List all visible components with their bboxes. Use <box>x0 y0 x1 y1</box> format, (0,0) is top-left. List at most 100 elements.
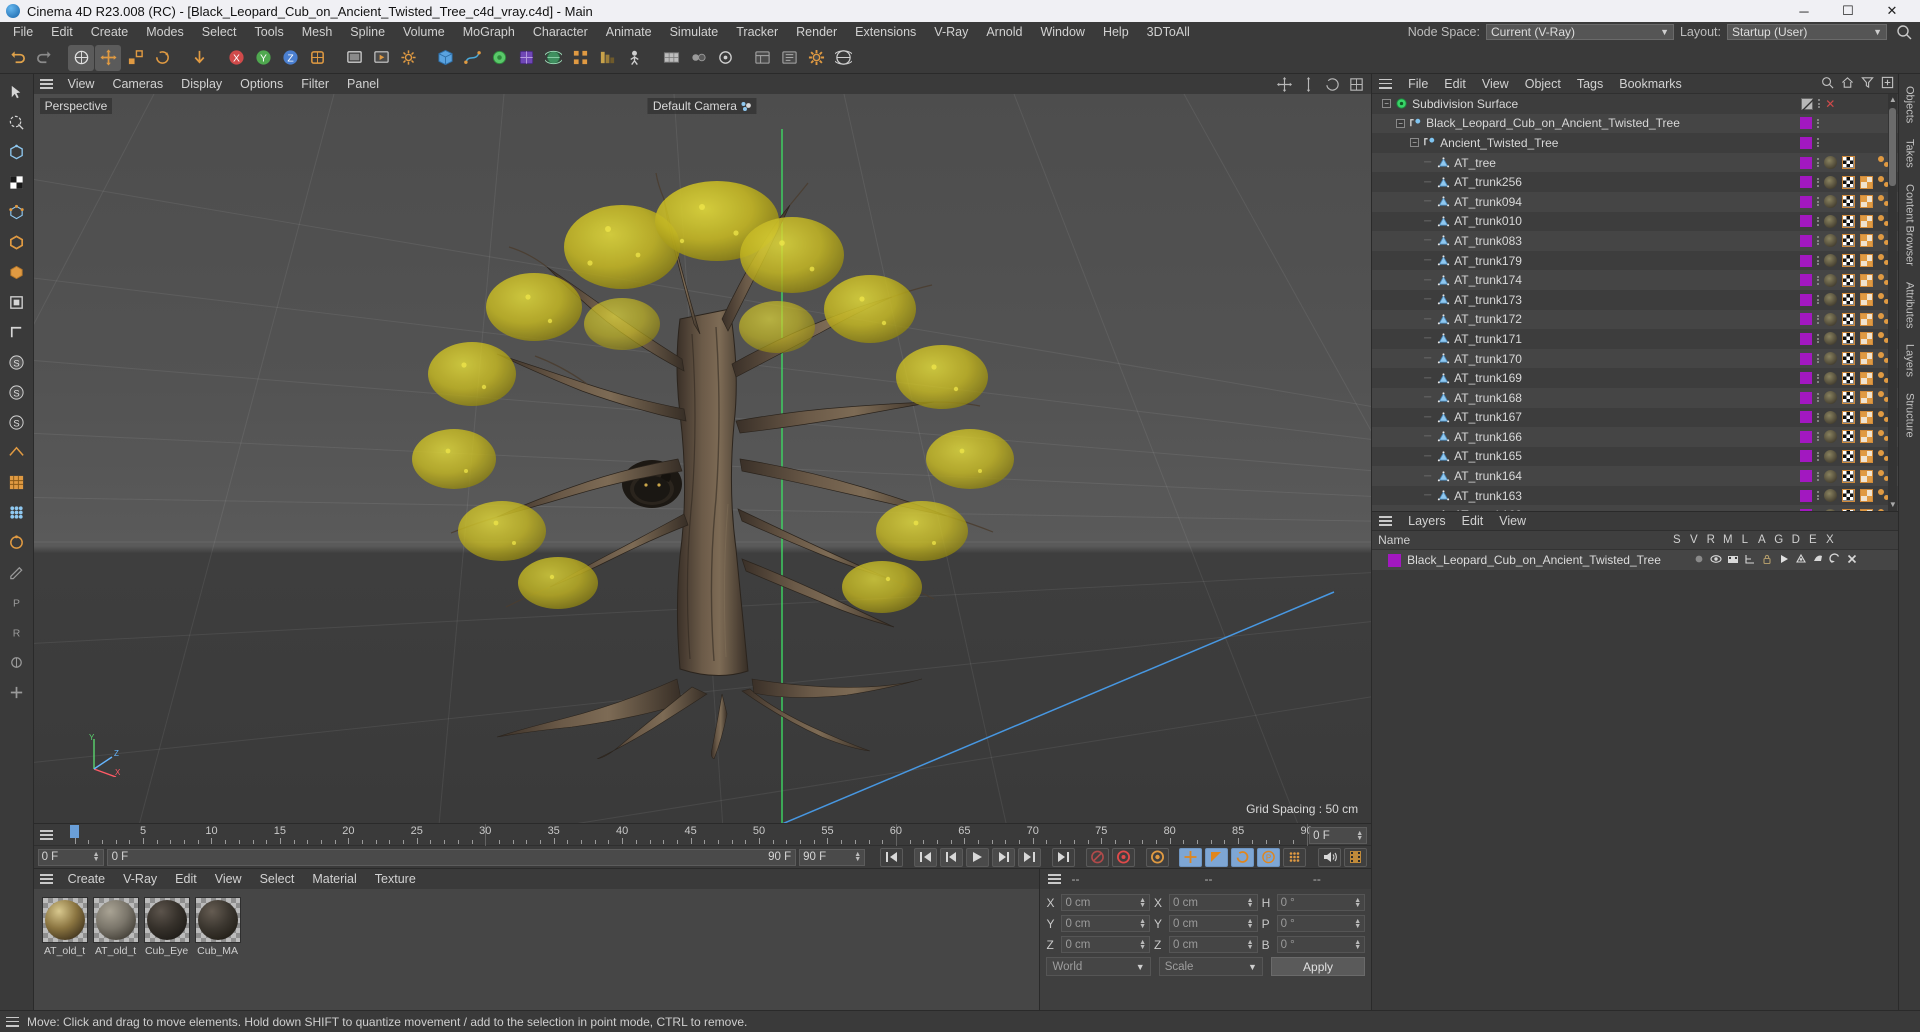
tool-model-mode-icon[interactable] <box>2 288 30 316</box>
om-menu-bookmarks[interactable]: Bookmarks <box>1611 74 1690 94</box>
select-tool-button[interactable] <box>68 44 94 71</box>
material-tag-icon[interactable] <box>1824 489 1838 503</box>
tag-dots-icon[interactable] <box>1817 138 1820 148</box>
menu-item-10[interactable]: Character <box>524 22 597 42</box>
texture-tag-icon[interactable] <box>1842 273 1856 287</box>
world-coordinate-button[interactable] <box>304 45 330 71</box>
scroll-up-icon[interactable]: ▲ <box>1888 94 1897 106</box>
texture-tag-icon[interactable] <box>1842 312 1856 326</box>
key-position-button[interactable] <box>1179 847 1203 867</box>
tag-dots-icon[interactable] <box>1817 412 1820 422</box>
tag-dots-icon[interactable] <box>1817 275 1820 285</box>
spinner-icon[interactable]: ▲ ▼ <box>93 851 100 863</box>
tool-axis-mode-icon[interactable] <box>2 318 30 346</box>
material-item[interactable]: AT_old_t <box>92 897 139 957</box>
spinner-icon[interactable]: ▲ ▼ <box>1356 830 1363 842</box>
timeline-frame-field[interactable]: 0 F ▲ ▼ <box>1309 827 1368 844</box>
mograph-button[interactable] <box>567 45 593 71</box>
lock-z-axis-button[interactable]: Z <box>277 45 303 71</box>
zoom-view-icon[interactable] <box>1300 76 1317 93</box>
object-tree-row[interactable]: ─ AT_trunk165 <box>1372 446 1899 467</box>
tool-add-icon[interactable] <box>2 678 30 706</box>
object-tree-row[interactable]: − Subdivision Surface ✕ <box>1372 94 1899 114</box>
tag-dots-icon[interactable] <box>1818 99 1821 109</box>
uvw-tag-icon[interactable] <box>1860 391 1874 405</box>
material-hamburger-icon[interactable] <box>39 874 53 884</box>
object-tree-row[interactable]: ─ AT_trunk083 <box>1372 231 1899 251</box>
texture-tag-icon[interactable] <box>1842 352 1856 366</box>
redo-button[interactable] <box>31 45 57 71</box>
layers-menu-view[interactable]: View <box>1491 511 1534 531</box>
layer-color-tag[interactable] <box>1800 391 1813 404</box>
texture-tag-icon[interactable] <box>1842 430 1856 444</box>
layers-menu-layers[interactable]: Layers <box>1400 511 1454 531</box>
layer-color-tag[interactable] <box>1800 313 1813 326</box>
material-tag-icon[interactable] <box>1824 352 1838 366</box>
tool-workplane-icon[interactable] <box>2 438 30 466</box>
tab-structure[interactable]: Structure <box>1901 385 1919 446</box>
menu-item-12[interactable]: Simulate <box>661 22 728 42</box>
go-to-next-key-button[interactable] <box>1018 847 1042 867</box>
autokeying-button[interactable] <box>1112 847 1136 867</box>
spinner-icon[interactable]: ▲ ▼ <box>1247 918 1254 930</box>
layer-color-tag[interactable] <box>1800 215 1813 228</box>
viewport-hamburger-icon[interactable] <box>39 79 53 89</box>
timeline-hamburger-icon[interactable] <box>39 830 53 840</box>
spinner-icon[interactable]: ▲ ▼ <box>1139 939 1146 951</box>
environment-button[interactable] <box>540 45 566 71</box>
generator-button[interactable] <box>486 45 512 71</box>
tool-point-mode-icon[interactable] <box>2 198 30 226</box>
uvw-tag-icon[interactable] <box>1860 430 1874 444</box>
menu-item-11[interactable]: Animate <box>597 22 661 42</box>
step-back-button[interactable] <box>940 847 964 867</box>
generator-icon[interactable] <box>1795 553 1807 568</box>
object-tree-row[interactable]: ─ AT_trunk174 <box>1372 270 1899 290</box>
tag-dots-icon[interactable] <box>1817 177 1820 187</box>
material-swatch[interactable] <box>194 897 241 943</box>
uvw-tag-icon[interactable] <box>1860 332 1874 346</box>
uvw-tag-icon[interactable] <box>1860 410 1874 424</box>
material-tag-icon[interactable] <box>1824 508 1838 511</box>
texture-tag-icon[interactable] <box>1842 254 1856 268</box>
material-menu-view[interactable]: View <box>206 869 251 889</box>
material-tag-icon[interactable] <box>1824 214 1838 228</box>
key-parameter-button[interactable]: P <box>1257 847 1281 867</box>
coord-field-pos-y[interactable]: 0 cm ▲ ▼ <box>1061 915 1151 932</box>
tool-r-icon[interactable]: R <box>2 618 30 646</box>
spinner-icon[interactable]: ▲ ▼ <box>854 851 861 863</box>
object-tree-row[interactable]: − Black_Leopard_Cub_on_Ancient_Twisted_Tr… <box>1372 113 1899 134</box>
tool-spline-circle-icon[interactable] <box>2 528 30 556</box>
layer-color-tag[interactable] <box>1800 195 1813 208</box>
search-icon[interactable] <box>1821 76 1834 92</box>
tool-enable-axis-icon[interactable]: S <box>2 348 30 376</box>
field-button[interactable] <box>594 45 620 71</box>
layer-color-tag[interactable] <box>1800 254 1813 267</box>
minimize-button[interactable]: ─ <box>1782 0 1826 22</box>
coord-field-size-y[interactable]: 0 cm ▲ ▼ <box>1169 915 1258 932</box>
grid-snap-button[interactable] <box>658 45 684 71</box>
material-menu-select[interactable]: Select <box>251 869 304 889</box>
layout-select[interactable]: Startup (User) ▼ <box>1727 24 1887 40</box>
viewport-menu-panel[interactable]: Panel <box>338 74 388 94</box>
coord-field-rot-p[interactable]: 0 ° ▲ ▼ <box>1276 915 1366 932</box>
layer-color-tag[interactable] <box>1800 430 1813 443</box>
timeline-ruler[interactable]: 051015202530354045505560657075808590 0 F… <box>33 823 1372 846</box>
uvw-tag-icon[interactable] <box>1860 489 1874 503</box>
material-tag-icon[interactable] <box>1824 156 1838 170</box>
layer-color-tag[interactable] <box>1800 136 1813 149</box>
tool-sculpt-icon[interactable] <box>2 498 30 526</box>
tag-dots-icon[interactable] <box>1817 118 1820 128</box>
material-item[interactable]: Cub_MA <box>194 897 241 957</box>
texture-tag-icon[interactable] <box>1842 293 1856 307</box>
material-menu-texture[interactable]: Texture <box>366 869 425 889</box>
object-tree-row[interactable]: ─ AT_trunk168 <box>1372 387 1899 408</box>
layers-empty-area[interactable] <box>1372 570 1899 1010</box>
material-tag-icon[interactable] <box>1824 430 1838 444</box>
material-tag-icon[interactable] <box>1824 332 1838 346</box>
layer-color-tag[interactable] <box>1800 352 1813 365</box>
menu-item-9[interactable]: MoGraph <box>454 22 524 42</box>
move-tool-button[interactable] <box>95 44 121 71</box>
texture-tag-icon[interactable] <box>1842 391 1856 405</box>
apply-button[interactable]: Apply <box>1270 957 1366 976</box>
scroll-down-icon[interactable]: ▼ <box>1888 499 1897 511</box>
